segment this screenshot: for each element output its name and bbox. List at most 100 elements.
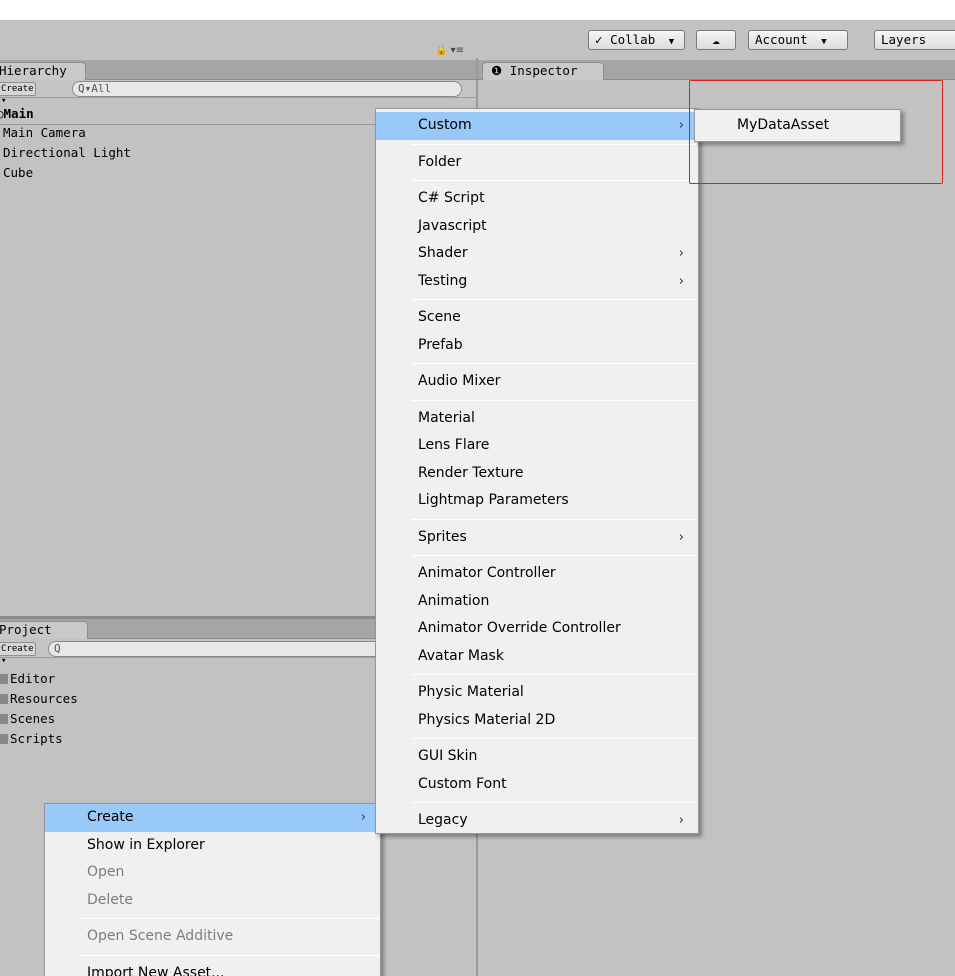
folder-icon: [0, 674, 8, 684]
project-create-button[interactable]: Create ▾: [0, 642, 36, 666]
menu-item-label: Material: [418, 409, 475, 426]
menu-item-sprites[interactable]: Sprites ›: [376, 524, 698, 552]
menu-item-javascript[interactable]: Javascript: [376, 213, 698, 241]
menu-item-label: Lightmap Parameters: [418, 492, 569, 508]
menu-separator: [412, 143, 698, 145]
cloud-button[interactable]: ☁: [696, 30, 736, 50]
project-tab-label: Project: [0, 622, 52, 637]
menu-item-avatar-mask[interactable]: Avatar Mask: [376, 643, 698, 671]
folder-item[interactable]: Editor: [0, 669, 55, 689]
menu-item-shader[interactable]: Shader ›: [376, 240, 698, 268]
layers-label: Layers: [881, 32, 927, 47]
menu-item-label: Open: [87, 864, 125, 880]
menu-separator: [412, 363, 698, 364]
menu-item-delete[interactable]: Delete: [45, 887, 380, 915]
dropdown-caret-icon: ▼: [668, 37, 675, 47]
folder-item[interactable]: Scripts: [0, 729, 63, 749]
menu-item-label: Physics Material 2D: [418, 711, 556, 728]
menu-item-label: Animation: [418, 592, 490, 609]
menu-item-show-in-explorer[interactable]: Show in Explorer: [45, 832, 380, 860]
menu-separator: [412, 299, 698, 300]
menu-item-custom-font[interactable]: Custom Font: [376, 771, 698, 799]
menu-separator: [412, 802, 698, 803]
menu-item-label: Audio Mixer: [418, 373, 501, 389]
chevron-right-icon: ›: [678, 813, 684, 828]
menu-item-label: Import New Asset...: [87, 964, 225, 976]
scene-name: Main: [3, 106, 34, 121]
menu-item-audio-mixer[interactable]: Audio Mixer: [376, 368, 698, 396]
tab-project[interactable]: Project: [0, 621, 88, 639]
menu-item-label: Shader: [418, 245, 468, 261]
menu-item-label: Create: [87, 809, 134, 825]
account-label: Account: [755, 32, 808, 47]
menu-item-animator-override-controller[interactable]: Animator Override Controller: [376, 615, 698, 643]
menu-item-label: C# Script: [418, 190, 485, 206]
chevron-right-icon: ›: [678, 529, 684, 545]
menu-item-label: Sprites: [418, 528, 467, 545]
info-icon: ❶: [491, 63, 503, 78]
hierarchy-create-label: Create: [1, 84, 34, 94]
menu-item-material[interactable]: Material: [376, 405, 698, 433]
folder-item[interactable]: Resources: [0, 689, 78, 709]
menu-item-legacy[interactable]: Legacy ›: [376, 807, 698, 835]
menu-item-lens-flare[interactable]: Lens Flare: [376, 432, 698, 460]
menu-item-gui-skin[interactable]: GUI Skin: [376, 743, 698, 771]
lock-icon[interactable]: 🔒 ▾≡: [435, 45, 464, 56]
menu-item-render-texture[interactable]: Render Texture: [376, 460, 698, 488]
scene-row[interactable]: ◐Main: [0, 104, 34, 124]
hierarchy-tab-row: Hierarchy: [0, 60, 476, 80]
hierarchy-item-label: Directional Light: [3, 145, 131, 160]
layers-button[interactable]: Layers: [874, 30, 955, 50]
folder-icon: [0, 694, 8, 704]
menu-separator: [412, 399, 698, 401]
menu-item-open-scene-additive[interactable]: Open Scene Additive: [45, 923, 380, 951]
menu-item-animation[interactable]: Animation: [376, 588, 698, 616]
project-context-menu: Create › Show in Explorer Open Delete Ope…: [44, 803, 381, 976]
hierarchy-item[interactable]: Cube: [3, 163, 33, 183]
menu-item-label: Javascript: [418, 217, 487, 234]
main-toolbar: ✓ Collab ▼ ☁ Account ▼ Layers: [0, 20, 955, 58]
hierarchy-create-button[interactable]: Create ▾: [0, 82, 36, 106]
menu-item-label: Render Texture: [418, 464, 524, 481]
menu-item-custom[interactable]: Custom ›: [376, 112, 698, 140]
menu-item-prefab[interactable]: Prefab: [376, 332, 698, 360]
menu-item-label: Prefab: [418, 336, 463, 353]
hierarchy-item[interactable]: Directional Light: [3, 143, 131, 163]
menu-item-label: Animator Override Controller: [418, 620, 621, 636]
menu-item-label: Custom Font: [418, 775, 507, 792]
menu-item-label: Testing: [418, 272, 468, 289]
folder-item[interactable]: Scenes: [0, 709, 55, 729]
account-button[interactable]: Account ▼: [748, 30, 848, 50]
menu-separator: [412, 180, 698, 181]
tab-inspector[interactable]: ❶ Inspector: [482, 62, 604, 80]
menu-item-create[interactable]: Create ›: [45, 804, 380, 832]
menu-item-label: Show in Explorer: [87, 836, 205, 853]
menu-item-animator-controller[interactable]: Animator Controller: [376, 560, 698, 588]
menu-item-open[interactable]: Open: [45, 859, 380, 887]
folder-label: Editor: [10, 671, 56, 686]
menu-item-physic-material[interactable]: Physic Material: [376, 679, 698, 707]
menu-item-import-new-asset[interactable]: Import New Asset...: [45, 960, 380, 976]
annotation-highlight-box: [689, 80, 943, 184]
menu-item-csharp-script[interactable]: C# Script: [376, 185, 698, 213]
menu-item-label: Open Scene Additive: [87, 928, 234, 944]
cloud-icon: ☁: [712, 32, 720, 47]
hierarchy-search-placeholder: Q▾All: [78, 82, 112, 95]
menu-item-scene[interactable]: Scene: [376, 304, 698, 332]
hierarchy-search-input[interactable]: Q▾All: [72, 81, 462, 97]
menu-item-label: Lens Flare: [418, 437, 490, 453]
folder-icon: [0, 714, 8, 724]
menu-item-label: Avatar Mask: [418, 647, 504, 664]
folder-icon: [0, 734, 8, 744]
inspector-tab-row: ❶ Inspector: [478, 60, 955, 80]
tab-hierarchy[interactable]: Hierarchy: [0, 62, 86, 80]
menu-item-label: Delete: [87, 891, 133, 908]
menu-item-folder[interactable]: Folder: [376, 149, 698, 177]
hierarchy-item[interactable]: Main Camera: [3, 123, 86, 143]
menu-item-physics-material-2d[interactable]: Physics Material 2D: [376, 707, 698, 735]
menu-item-label: Legacy: [418, 812, 468, 828]
inspector-tab-label: Inspector: [509, 63, 578, 78]
collab-button[interactable]: ✓ Collab ▼: [588, 30, 685, 50]
menu-item-testing[interactable]: Testing ›: [376, 268, 698, 296]
menu-item-lightmap-parameters[interactable]: Lightmap Parameters: [376, 487, 698, 515]
